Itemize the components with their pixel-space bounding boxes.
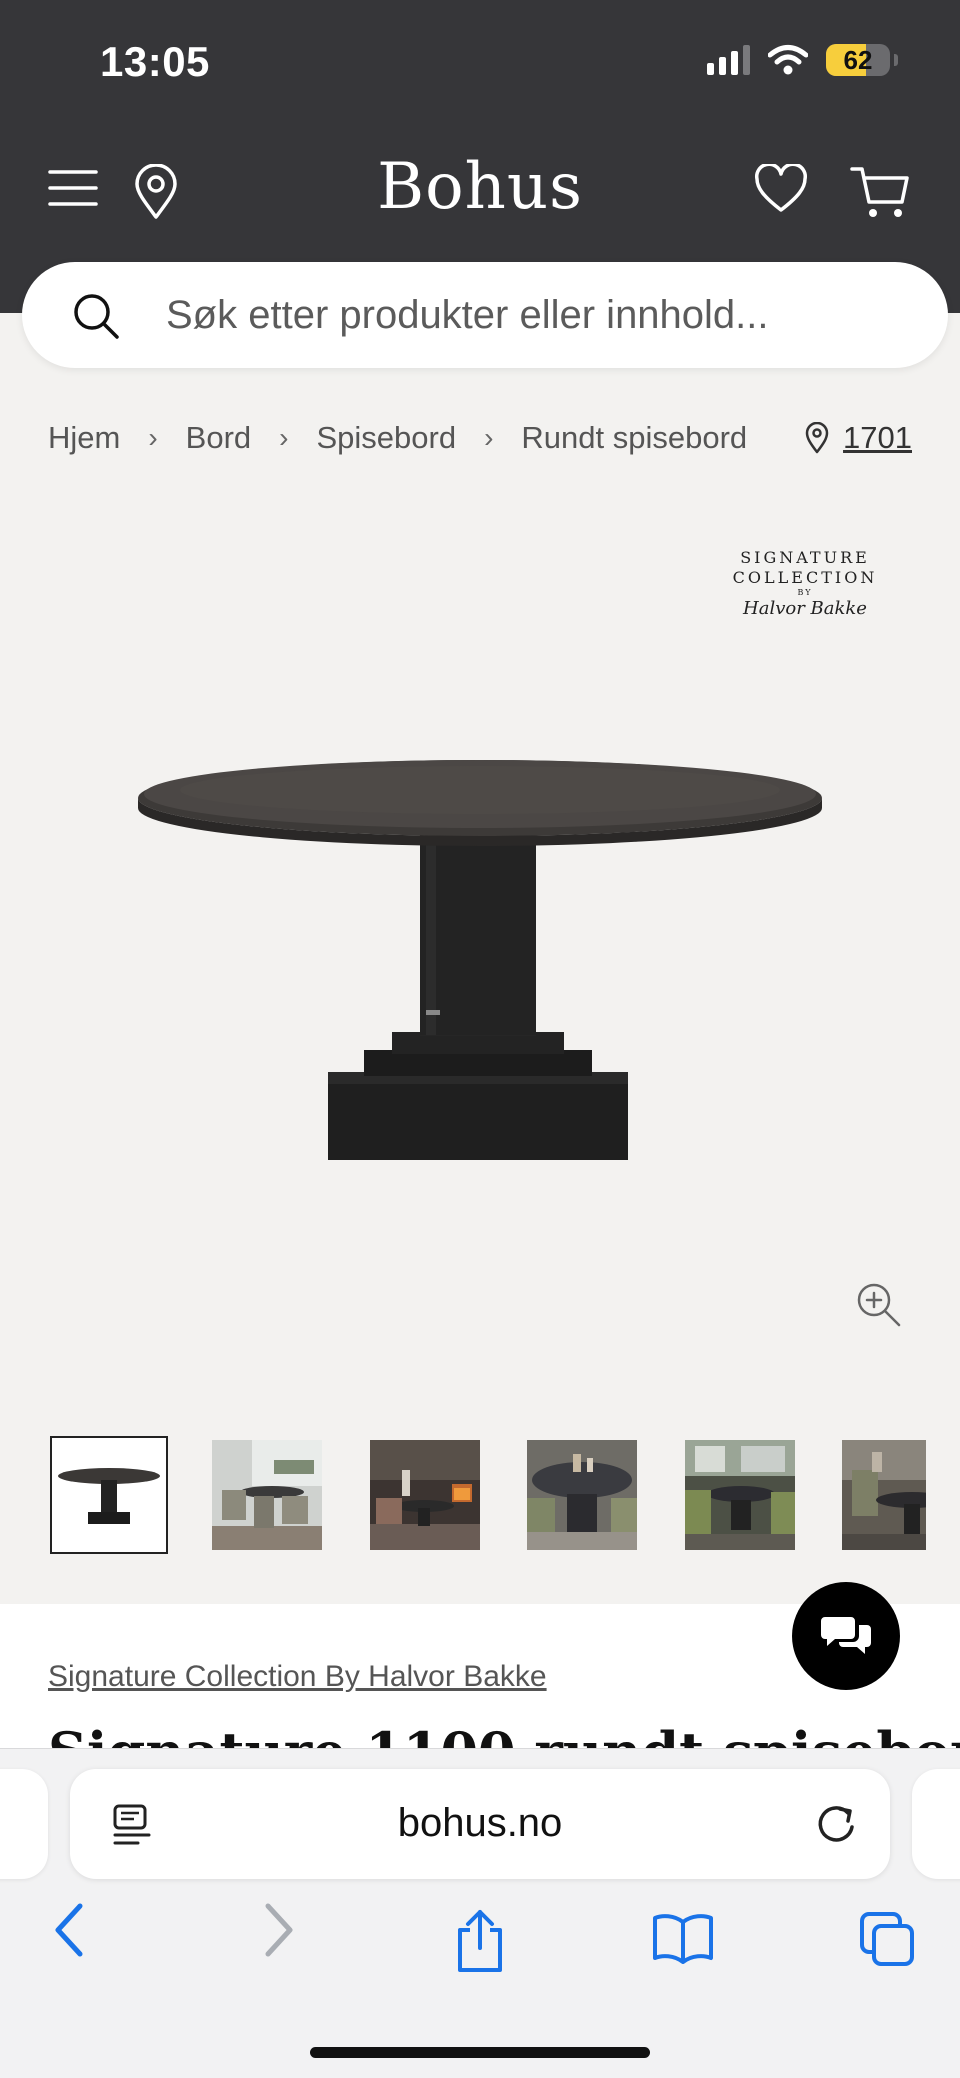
cart-icon[interactable] xyxy=(850,164,910,220)
breadcrumb-item-hjem[interactable]: Hjem xyxy=(48,420,120,456)
battery-icon: 62 xyxy=(826,44,890,76)
tabs-icon[interactable] xyxy=(858,1910,916,1968)
thumbnail-4[interactable] xyxy=(527,1440,637,1550)
thumbnail-3[interactable] xyxy=(370,1440,480,1550)
share-icon[interactable] xyxy=(454,1908,506,1974)
signature-logo-by: BY xyxy=(797,588,813,597)
thumbnail-6[interactable] xyxy=(842,1440,926,1550)
home-indicator xyxy=(310,2047,650,2058)
chat-icon xyxy=(821,1617,871,1654)
search-bar[interactable] xyxy=(22,262,948,368)
reload-icon[interactable] xyxy=(814,1801,858,1845)
status-time: 13:05 xyxy=(100,38,210,85)
search-icon xyxy=(74,294,119,339)
brand-logo[interactable]: Bohus xyxy=(0,150,960,224)
search-input[interactable] xyxy=(166,282,906,348)
thumbnail-strip xyxy=(50,1436,926,1554)
thumbnail-5[interactable] xyxy=(685,1440,795,1550)
back-icon[interactable] xyxy=(50,1900,90,1960)
signature-collection-logo: SIGNATURE COLLECTION BY Halvor Bakke xyxy=(720,548,890,620)
chat-button[interactable] xyxy=(792,1582,900,1690)
zoom-in-icon[interactable] xyxy=(856,1282,902,1328)
chevron-right-icon: › xyxy=(279,422,289,453)
status-indicators: 62 xyxy=(707,44,898,76)
store-code[interactable]: 1701 xyxy=(843,420,912,456)
chevron-right-icon: › xyxy=(484,422,494,453)
next-tab-preview[interactable] xyxy=(912,1769,960,1879)
location-pin-icon xyxy=(805,422,829,454)
bookmarks-icon[interactable] xyxy=(652,1912,714,1964)
product-image[interactable] xyxy=(130,720,830,1180)
url-text: bohus.no xyxy=(397,1801,563,1845)
thumbnail-1[interactable] xyxy=(50,1436,168,1554)
store-selector[interactable]: 1701 xyxy=(805,420,912,456)
product-brand-link[interactable]: Signature Collection By Halvor Bakke xyxy=(48,1660,547,1694)
signature-logo-script: Halvor Bakke xyxy=(743,598,867,619)
breadcrumb-item-rundt-spisebord[interactable]: Rundt spisebord xyxy=(521,420,747,456)
breadcrumb: Hjem › Bord › Spisebord › Rundt spisebor… xyxy=(48,420,747,456)
previous-tab-preview[interactable] xyxy=(0,1769,48,1879)
signature-logo-line2: COLLECTION xyxy=(732,568,878,587)
product-title: Signature 1100 rundt spisebord xyxy=(48,1720,960,1750)
cellular-signal-icon xyxy=(707,45,750,75)
breadcrumb-item-spisebord[interactable]: Spisebord xyxy=(316,420,456,456)
forward-icon[interactable] xyxy=(258,1900,298,1960)
thumbnail-2[interactable] xyxy=(212,1440,322,1550)
battery-cap xyxy=(894,54,898,66)
wifi-icon xyxy=(768,45,808,75)
heart-icon[interactable] xyxy=(754,164,808,214)
address-bar[interactable]: bohus.no xyxy=(70,1769,890,1879)
signature-logo-line1: SIGNATURE xyxy=(740,548,870,567)
breadcrumb-item-bord[interactable]: Bord xyxy=(186,420,251,456)
battery-percent: 62 xyxy=(843,44,873,75)
chevron-right-icon: › xyxy=(148,422,158,453)
